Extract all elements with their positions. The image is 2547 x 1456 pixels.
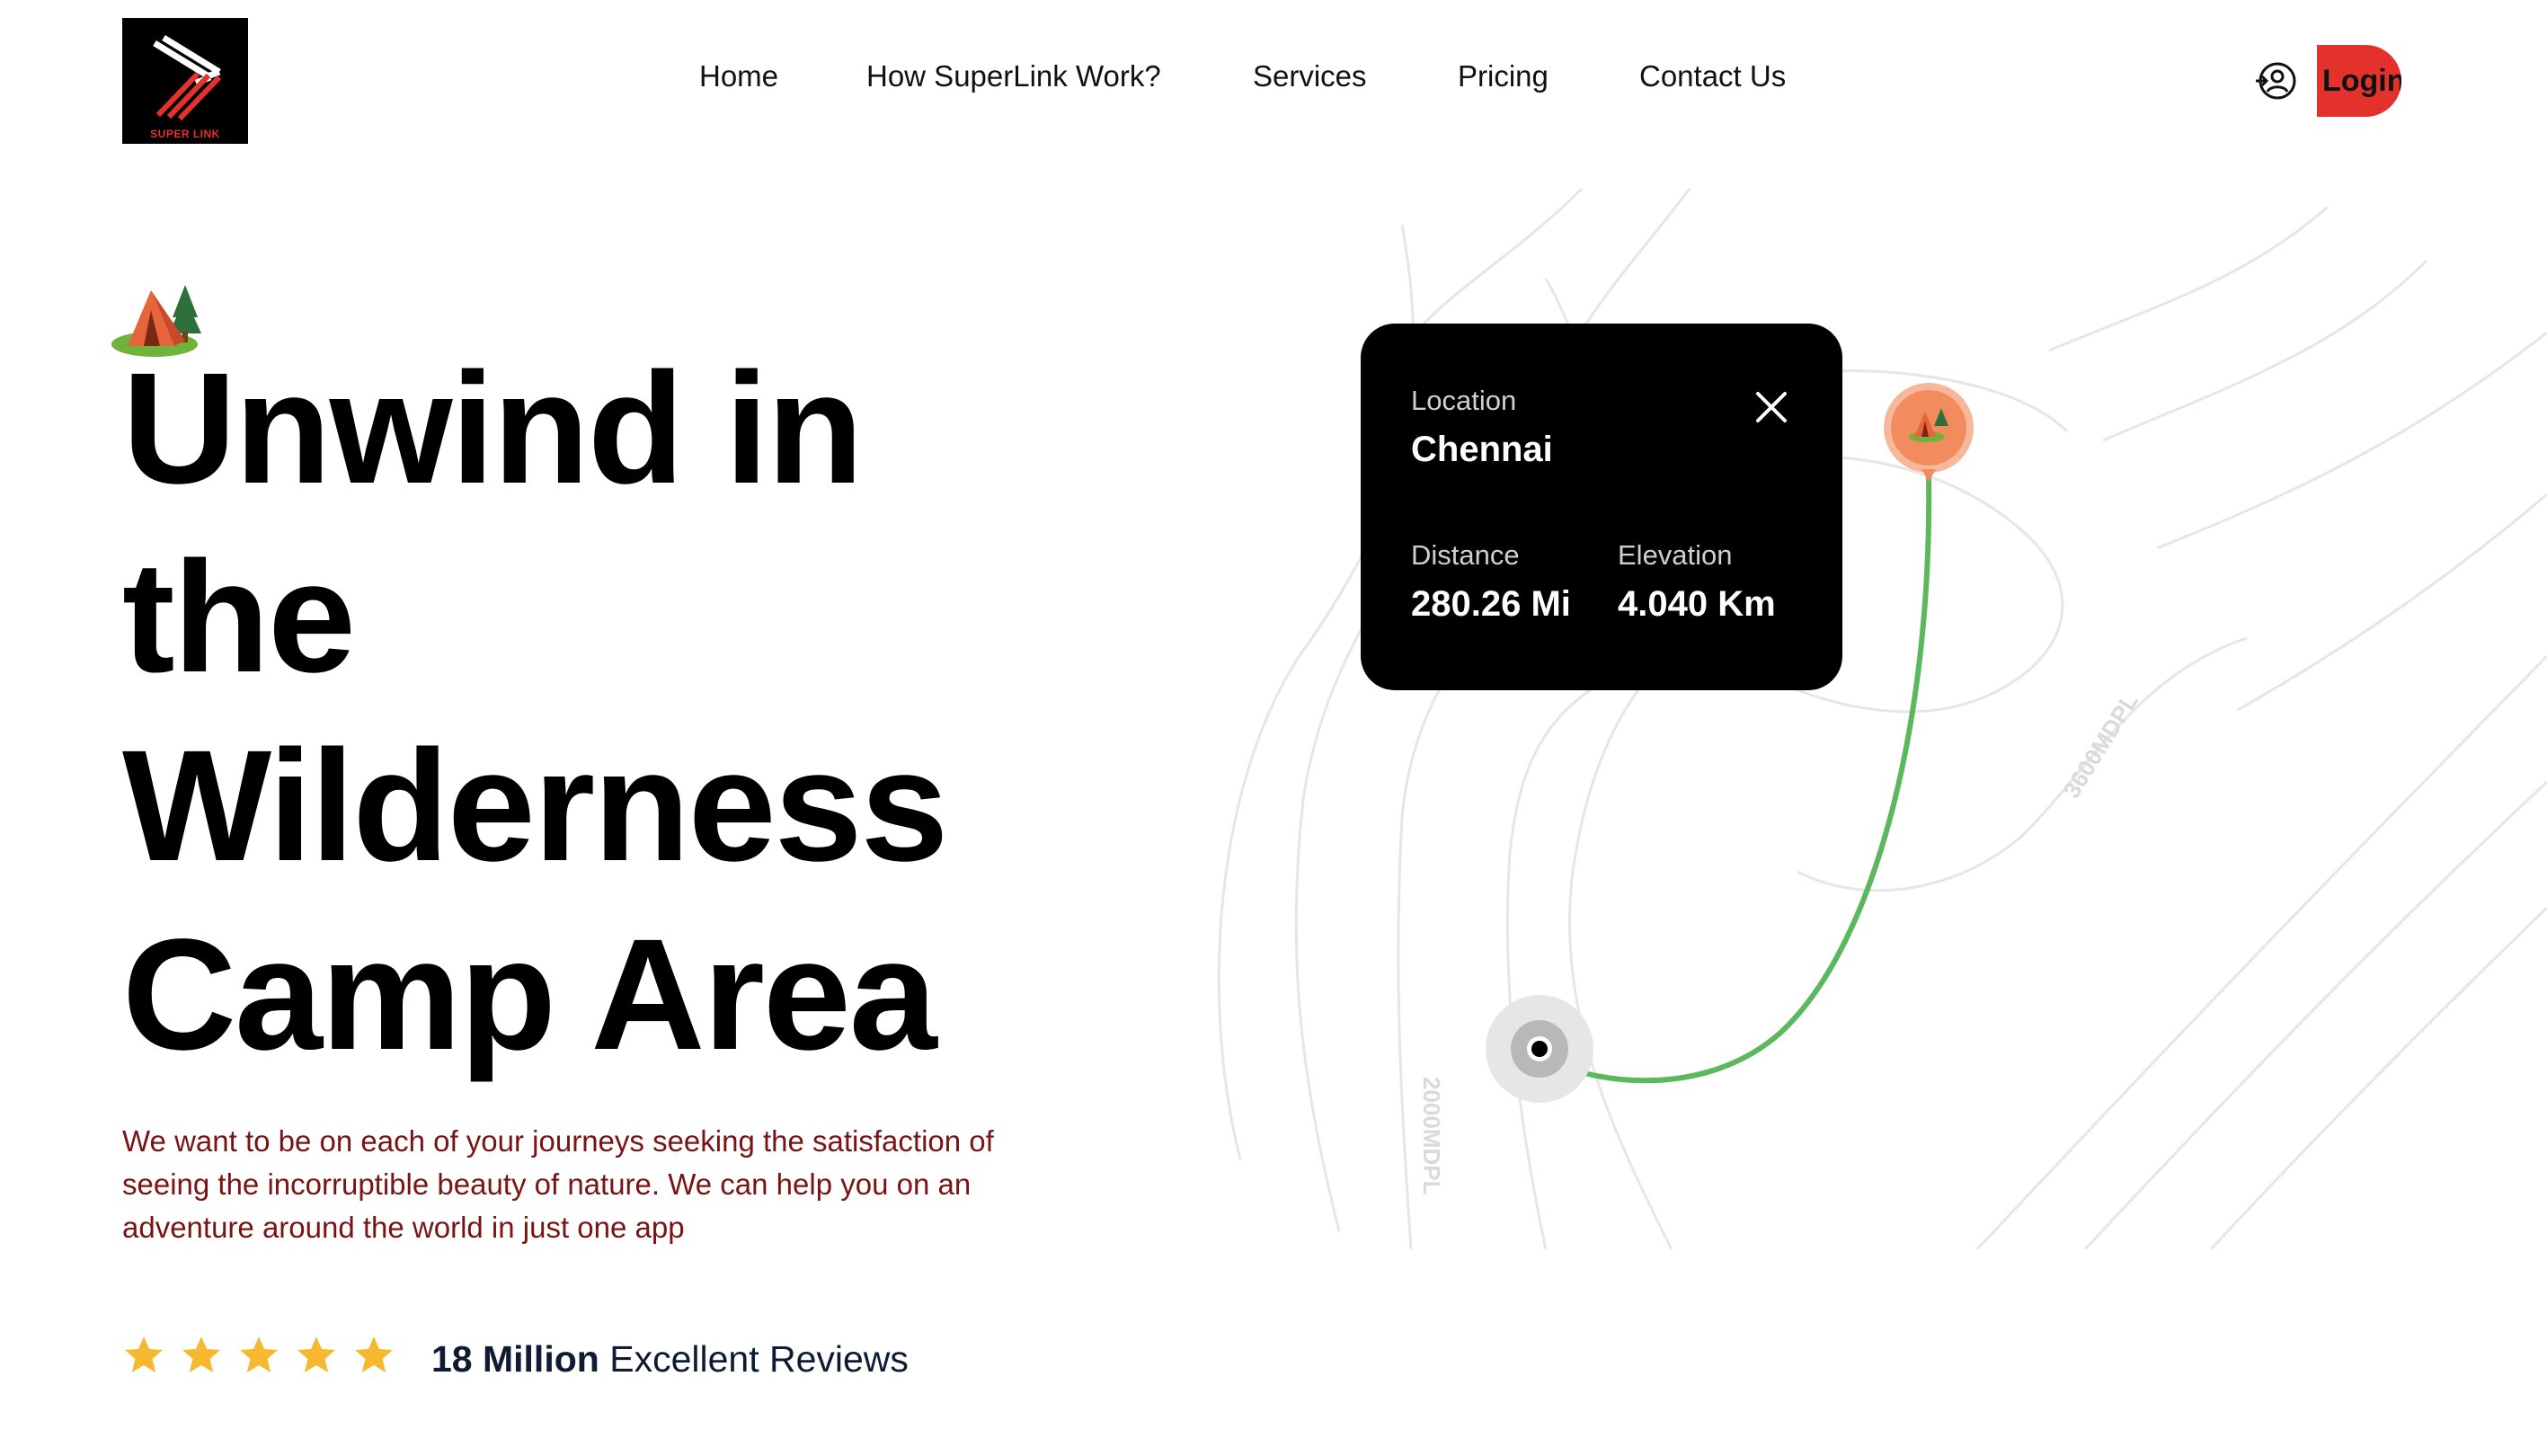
- nav-how-it-works[interactable]: How SuperLink Work?: [866, 54, 1161, 99]
- brand-logo[interactable]: SUPER LINK: [122, 18, 248, 144]
- superlink-logo-icon: [153, 35, 222, 121]
- close-icon[interactable]: [1753, 388, 1790, 426]
- star-icon: [297, 1336, 335, 1372]
- contour-label-3600: 3600MDPL: [2058, 688, 2143, 803]
- pin-tent-icon: [1907, 404, 1950, 444]
- nav-home[interactable]: Home: [699, 54, 778, 99]
- hero-title-line-4: Camp Area: [122, 907, 937, 1083]
- location-value: Chennai: [1411, 430, 1553, 469]
- contour-label-2000: 2000MDPL: [1418, 1077, 1445, 1195]
- login-button[interactable]: Login: [2317, 45, 2401, 117]
- nav-contact-us[interactable]: Contact Us: [1639, 54, 1786, 99]
- elevation-label: Elevation: [1618, 539, 1733, 571]
- distance-value: 280.26 Mi: [1411, 584, 1571, 624]
- nav-pricing[interactable]: Pricing: [1458, 54, 1549, 99]
- star-icon: [240, 1336, 278, 1372]
- logo-text: SUPER LINK: [150, 128, 220, 140]
- start-point-marker[interactable]: [1485, 994, 1594, 1104]
- reviews-text: 18 Million Excellent Reviews: [431, 1334, 909, 1384]
- elevation-value: 4.040 Km: [1618, 584, 1776, 624]
- reviews-label: Excellent Reviews: [609, 1338, 909, 1380]
- hero-title-line-1: Unwind in: [122, 341, 864, 517]
- reviews-count: 18 Million: [431, 1338, 599, 1380]
- location-info-card: Location Chennai Distance 280.26 Mi Elev…: [1361, 324, 1842, 690]
- hero-title: Unwind in the Wilderness Camp Area: [122, 334, 1111, 1089]
- login-button-label: Login: [2322, 64, 2401, 98]
- star-icon: [125, 1336, 163, 1372]
- hero-description: We want to be on each of your journeys s…: [122, 1124, 994, 1244]
- hero-title-line-2: the: [122, 529, 356, 706]
- distance-label: Distance: [1411, 539, 1520, 571]
- nav-services[interactable]: Services: [1253, 54, 1367, 99]
- hero-title-line-3: Wilderness: [122, 718, 948, 894]
- star-icon: [355, 1336, 393, 1372]
- star-icon: [182, 1336, 220, 1372]
- user-login-icon[interactable]: [2254, 59, 2297, 102]
- location-label: Location: [1411, 385, 1517, 416]
